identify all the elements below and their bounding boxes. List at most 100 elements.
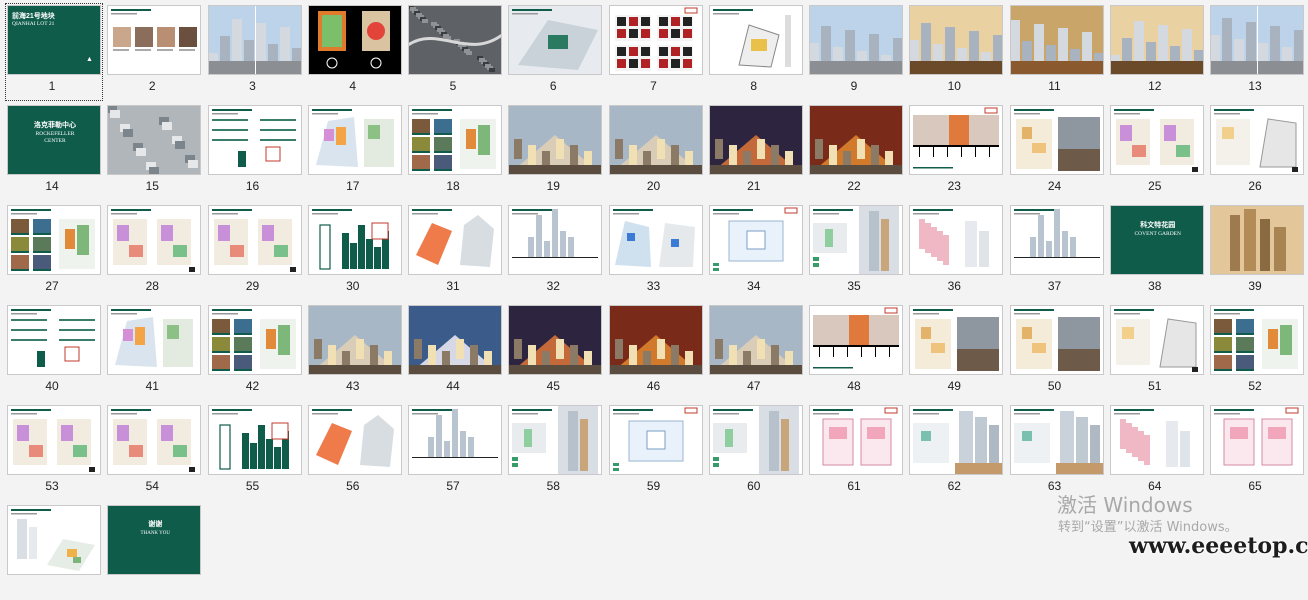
slide-thumbnail-62[interactable]: 62: [904, 400, 1004, 500]
slide-thumbnail-17[interactable]: 17: [303, 100, 403, 200]
slide-thumbnail-12[interactable]: 12: [1105, 0, 1205, 100]
slide-thumbnail-45[interactable]: 45: [503, 300, 603, 400]
slide-thumbnail-55[interactable]: 55: [203, 400, 303, 500]
slide-thumbnail-6[interactable]: 6: [503, 0, 603, 100]
slide-thumbnail-38[interactable]: 科文特花园 COVENT GARDEN 38: [1105, 200, 1205, 300]
slide-thumbnail-43[interactable]: 43: [303, 300, 403, 400]
slide-number: 57: [446, 479, 460, 493]
slide-number: 56: [346, 479, 360, 493]
slide-thumbnail-44[interactable]: 44: [403, 300, 503, 400]
slide-preview-image: [810, 406, 902, 474]
slide-preview: [508, 405, 603, 475]
slide-thumbnail-42[interactable]: 42: [203, 300, 303, 400]
section-title: 科文特花园 COVENT GARDEN: [1111, 222, 1203, 238]
slide-preview-image: [1211, 206, 1303, 274]
slide-thumbnail-16[interactable]: 16: [203, 100, 303, 200]
slide-thumbnail-10[interactable]: 10: [904, 0, 1004, 100]
slide-thumbnail-3[interactable]: 3: [203, 0, 303, 100]
slide-number: 47: [747, 379, 761, 393]
slide-preview: [608, 5, 703, 75]
slide-thumbnail-67[interactable]: 谢谢 THANK YOU: [102, 500, 202, 600]
slide-thumbnail-52[interactable]: 52: [1205, 300, 1305, 400]
slide-thumbnail-4[interactable]: 4: [303, 0, 403, 100]
slide-thumbnail-15[interactable]: 15: [102, 100, 202, 200]
slide-thumbnail-8[interactable]: 8: [704, 0, 804, 100]
slide-preview-image: [8, 306, 100, 374]
slide-number: 17: [346, 179, 360, 193]
slide-thumbnail-13[interactable]: 13: [1205, 0, 1305, 100]
slide-thumbnail-1[interactable]: 前海21号地块 QIANHAI LOT 21 ▲ 1: [2, 0, 103, 101]
slide-number: 60: [747, 479, 761, 493]
slide-thumbnail-24[interactable]: 24: [1005, 100, 1105, 200]
slide-number: 45: [546, 379, 560, 393]
slide-thumbnail-33[interactable]: 33: [604, 200, 704, 300]
slide-thumbnail-21[interactable]: 21: [704, 100, 804, 200]
slide-thumbnail-7[interactable]: 7: [604, 0, 704, 100]
slide-thumbnail-64[interactable]: 64: [1105, 400, 1205, 500]
slide-preview-image: [910, 406, 1003, 474]
slide-preview-image: [8, 406, 100, 474]
slide-number: 3: [249, 79, 256, 93]
slide-thumbnail-9[interactable]: 9: [804, 0, 904, 100]
slide-thumbnail-63[interactable]: 63: [1005, 400, 1105, 500]
slide-thumbnail-56[interactable]: 56: [303, 400, 403, 500]
slide-thumbnail-25[interactable]: 25: [1105, 100, 1205, 200]
slide-thumbnail-34[interactable]: 34: [704, 200, 804, 300]
slide-thumbnail-65[interactable]: 65: [1205, 400, 1305, 500]
slide-thumbnail-41[interactable]: 41: [102, 300, 202, 400]
slide-thumbnail-30[interactable]: 30: [303, 200, 403, 300]
slide-thumbnail-47[interactable]: 47: [704, 300, 804, 400]
slide-thumbnail-50[interactable]: 50: [1005, 300, 1105, 400]
slide-thumbnail-29[interactable]: 29: [203, 200, 303, 300]
slide-thumbnail-66[interactable]: [2, 500, 102, 600]
slide-preview: [7, 505, 101, 575]
slide-number: 15: [145, 179, 159, 193]
slide-thumbnail-48[interactable]: 48: [804, 300, 904, 400]
slide-thumbnail-14[interactable]: 洛克菲勒中心 ROCKEFELLER CENTER 14: [2, 100, 102, 200]
slide-thumbnail-54[interactable]: 54: [102, 400, 202, 500]
slide-number: 55: [245, 479, 260, 493]
slide-number: 20: [646, 179, 661, 193]
slide-preview-image: [509, 306, 602, 374]
slide-number: 21: [747, 179, 761, 193]
slide-thumbnail-27[interactable]: 27: [2, 200, 102, 300]
slide-thumbnail-57[interactable]: 57: [403, 400, 503, 500]
slide-thumbnail-59[interactable]: 59: [604, 400, 704, 500]
slide-thumbnail-39[interactable]: 39: [1205, 200, 1305, 300]
slide-preview-image: [1110, 406, 1203, 474]
slide-number: 62: [947, 479, 961, 493]
slide-thumbnail-28[interactable]: 28: [102, 200, 202, 300]
slide-thumbnail-32[interactable]: 32: [503, 200, 603, 300]
slide-number: 49: [947, 379, 961, 393]
slide-preview: [508, 205, 603, 275]
slide-thumbnail-53[interactable]: 53: [2, 400, 102, 500]
slide-thumbnail-26[interactable]: 26: [1205, 100, 1305, 200]
slide-thumbnail-58[interactable]: 58: [503, 400, 603, 500]
slide-thumbnail-61[interactable]: 61: [804, 400, 904, 500]
slide-number: 10: [947, 79, 961, 93]
slide-preview-image: [8, 506, 100, 574]
slide-preview-image: [1010, 406, 1103, 474]
slide-preview-image: [910, 106, 1003, 174]
slide-thumbnail-40[interactable]: 40: [2, 300, 102, 400]
slide-thumbnail-19[interactable]: 19: [503, 100, 603, 200]
slide-thumbnail-22[interactable]: 22: [804, 100, 904, 200]
slide-thumbnail-37[interactable]: 37: [1005, 200, 1105, 300]
slide-preview-image: [810, 306, 902, 374]
slide-thumbnail-18[interactable]: 18: [403, 100, 503, 200]
slide-thumbnail-31[interactable]: 31: [403, 200, 503, 300]
slide-preview-image: [1010, 206, 1103, 274]
slide-thumbnail-11[interactable]: 11: [1005, 0, 1105, 100]
slide-thumbnail-60[interactable]: 60: [704, 400, 804, 500]
slide-thumbnail-23[interactable]: 23: [904, 100, 1004, 200]
slide-thumbnail-36[interactable]: 36: [904, 200, 1004, 300]
slide-thumbnail-49[interactable]: 49: [904, 300, 1004, 400]
slide-preview: [408, 305, 502, 375]
slide-thumbnail-46[interactable]: 46: [604, 300, 704, 400]
slide-thumbnail-35[interactable]: 35: [804, 200, 904, 300]
slide-thumbnail-2[interactable]: 2: [102, 0, 202, 100]
slide-thumbnail-5[interactable]: 5: [403, 0, 503, 100]
slide-thumbnail-20[interactable]: 20: [604, 100, 704, 200]
slide-thumbnail-51[interactable]: 51: [1105, 300, 1205, 400]
slide-number: 28: [145, 279, 159, 293]
